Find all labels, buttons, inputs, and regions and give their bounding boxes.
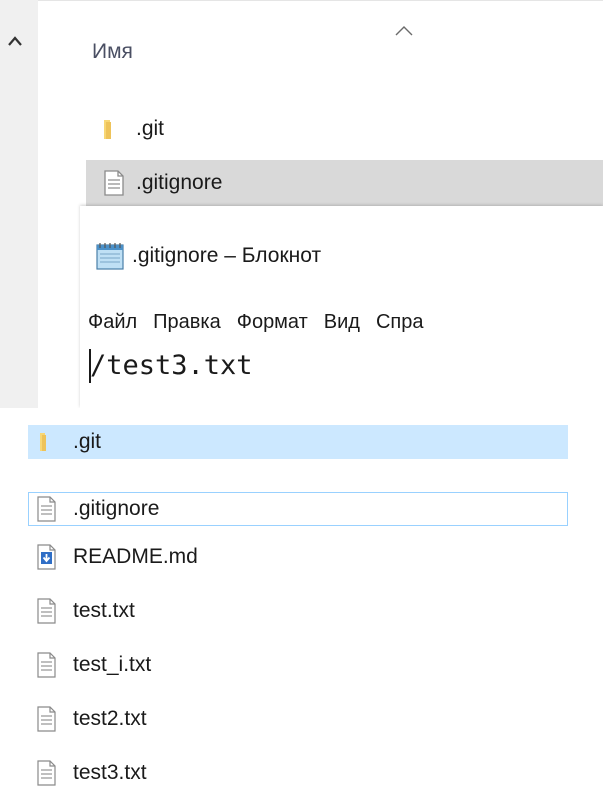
file-name: .gitignore <box>136 171 223 194</box>
top-border <box>0 0 603 1</box>
menu-file[interactable]: Файл <box>88 311 145 334</box>
column-header-name[interactable]: Имя <box>92 40 133 64</box>
menu-view[interactable]: Вид <box>324 311 368 334</box>
file-name: test.txt <box>73 599 135 622</box>
top-explorer-window: Имя .git .gitignore .gitignore – Блокнот… <box>0 0 603 408</box>
bottom-explorer-file-list: .git .gitignore README.md test.txt test_… <box>0 408 603 789</box>
file-name: .git <box>136 117 165 140</box>
list-item[interactable]: README.md <box>28 540 568 574</box>
file-name: .gitignore <box>73 497 160 520</box>
folder-icon <box>104 120 111 139</box>
download-file-icon <box>37 544 56 570</box>
notepad-text-area[interactable]: /test3.txt <box>80 344 603 408</box>
notepad-window[interactable]: .gitignore – Блокнот Файл Правка Формат … <box>80 206 603 408</box>
list-item[interactable]: test3.txt <box>28 756 568 789</box>
text-file-icon <box>37 598 56 624</box>
list-item[interactable]: .git <box>86 106 603 152</box>
notepad-title: .gitignore – Блокнот <box>132 244 322 267</box>
sort-ascending-icon <box>395 26 413 36</box>
file-name: README.md <box>73 545 198 568</box>
menu-format[interactable]: Формат <box>237 311 316 334</box>
file-name: test2.txt <box>73 707 147 730</box>
text-file-icon <box>37 652 56 678</box>
navigation-pane[interactable] <box>0 0 38 408</box>
file-name: .git <box>73 430 102 453</box>
list-item[interactable]: test.txt <box>28 594 568 628</box>
list-item[interactable]: .gitignore <box>28 492 568 526</box>
text-file-icon <box>37 706 56 732</box>
list-item[interactable]: test_i.txt <box>28 648 568 682</box>
scroll-up-icon[interactable] <box>7 34 23 48</box>
notepad-titlebar[interactable]: .gitignore – Блокнот <box>80 236 603 276</box>
list-item[interactable]: .gitignore <box>86 160 603 206</box>
notepad-menubar: Файл Правка Формат Вид Спра <box>80 306 603 338</box>
file-name: test_i.txt <box>73 653 152 676</box>
list-item[interactable]: .git <box>28 425 568 459</box>
folder-icon <box>40 433 46 451</box>
text-caret <box>89 349 91 383</box>
file-name: test3.txt <box>73 761 147 784</box>
text-file-icon <box>104 170 124 196</box>
list-item[interactable]: test2.txt <box>28 702 568 736</box>
text-file-icon <box>37 760 56 786</box>
text-file-icon <box>37 496 56 522</box>
editor-content: /test3.txt <box>90 350 253 381</box>
menu-edit[interactable]: Правка <box>153 311 229 334</box>
notepad-icon <box>96 243 124 270</box>
menu-help[interactable]: Спра <box>376 311 432 334</box>
